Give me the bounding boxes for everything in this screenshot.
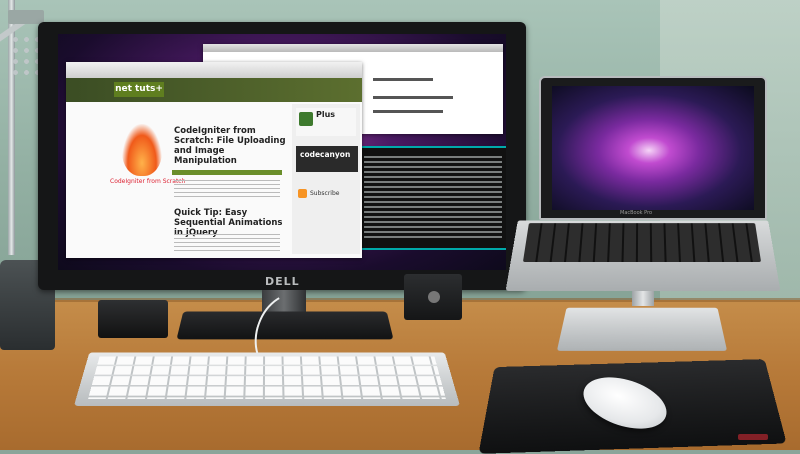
article-meta-strip — [172, 170, 282, 175]
front-browser-window: net tuts+ CodeIgniter from Scratch CodeI… — [66, 62, 362, 258]
plus-icon — [299, 112, 313, 126]
laptop-keyboard — [523, 223, 761, 262]
flame-logo-icon — [122, 124, 162, 176]
rss-icon — [298, 189, 307, 198]
browser-toolbar — [66, 62, 362, 79]
laptop-screen — [552, 86, 754, 210]
subscribe-label: Subscribe — [310, 190, 339, 197]
plus-label: Plus — [316, 110, 335, 119]
article-excerpt — [174, 234, 280, 252]
desk-scene: net tuts+ CodeIgniter from Scratch CodeI… — [0, 0, 800, 450]
laptop-brand-label: MacBook Pro — [620, 210, 652, 216]
site-logo: net tuts+ — [114, 82, 164, 97]
codecanyon-label: codecanyon — [300, 150, 350, 159]
left-speaker — [98, 300, 168, 338]
article-excerpt — [174, 180, 280, 198]
keyboard-keys — [88, 356, 446, 399]
site-header — [66, 78, 362, 102]
phone-screen — [8, 10, 44, 24]
doc-line — [373, 96, 453, 99]
window-titlebar — [203, 44, 503, 52]
speaker-knob — [428, 291, 440, 303]
doc-line — [373, 78, 433, 81]
terminal-window — [356, 146, 506, 250]
terminal-output — [364, 156, 502, 240]
laptop-stand-base — [557, 308, 727, 351]
monitor-brand-logo: DELL — [265, 275, 305, 287]
article-title-1: CodeIgniter from Scratch: File Uploading… — [174, 126, 289, 166]
mouse-pad-logo — [738, 434, 768, 440]
monitor-screen: net tuts+ CodeIgniter from Scratch CodeI… — [58, 34, 506, 270]
doc-line — [373, 110, 443, 113]
